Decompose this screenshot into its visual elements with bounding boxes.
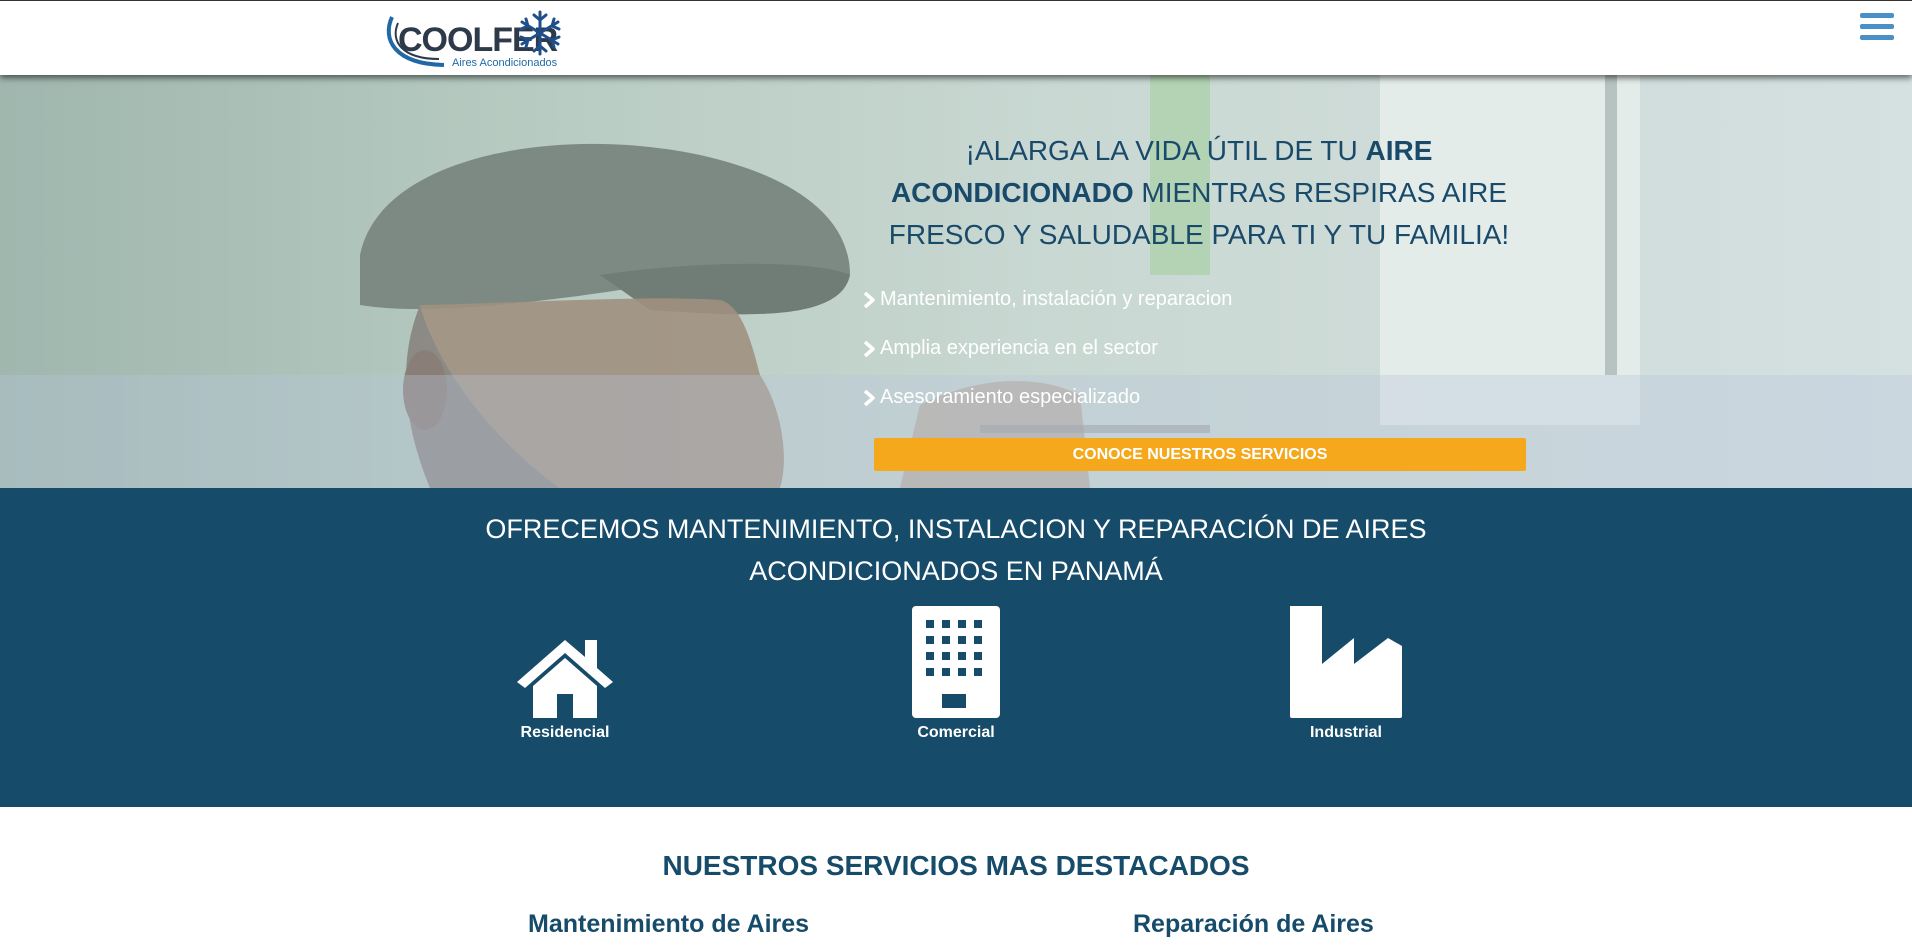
tile-comercial[interactable]: Comercial <box>876 606 1036 742</box>
hero-feature-list: Mantenimiento, instalación y reparacion … <box>862 288 1232 435</box>
tile-industrial[interactable]: Industrial <box>1266 606 1426 742</box>
band-title: OFRECEMOS MANTENIMIENTO, INSTALACION Y R… <box>485 514 1427 586</box>
feature-text: Mantenimiento, instalación y reparacion <box>880 288 1233 310</box>
list-item: Mantenimiento, instalación y reparacion <box>862 288 1232 337</box>
list-item: Amplia experiencia en el sector <box>862 337 1232 386</box>
featured-mantenimiento[interactable]: Mantenimiento de Aires <box>528 910 809 939</box>
chevron-right-icon <box>863 340 875 358</box>
feature-text: Amplia experiencia en el sector <box>880 337 1158 359</box>
featured-reparacion[interactable]: Reparación de Aires <box>1133 910 1374 939</box>
building-icon <box>912 606 1000 718</box>
feature-text: Asesoramiento especializado <box>880 386 1141 408</box>
site-header: COOLFER Aires Acondicionados <box>0 0 1912 75</box>
list-item: Asesoramiento especializado <box>862 386 1232 435</box>
tile-label: Industrial <box>1309 724 1382 741</box>
tile-label: Comercial <box>917 724 995 741</box>
factory-icon <box>1290 606 1402 718</box>
snowflake-icon <box>519 10 561 56</box>
hamburger-menu-icon[interactable] <box>1860 13 1894 45</box>
featured-title: NUESTROS SERVICIOS MAS DESTACADOS <box>662 850 1250 881</box>
hero-section: ¡ALARGA LA VIDA ÚTIL DE TU AIRE ACONDICI… <box>0 75 1912 488</box>
services-band: OFRECEMOS MANTENIMIENTO, INSTALACION Y R… <box>0 488 1912 807</box>
logo-tagline: Aires Acondicionados <box>452 57 558 69</box>
tile-residencial[interactable]: Residencial <box>485 636 645 742</box>
chevron-right-icon <box>863 389 875 407</box>
house-icon <box>517 640 613 718</box>
hero-title-part1: ¡ALARGA LA VIDA ÚTIL DE TU <box>965 135 1366 166</box>
coolfer-logo[interactable]: COOLFER Aires Acondicionados <box>384 9 570 71</box>
hero-title: ¡ALARGA LA VIDA ÚTIL DE TU AIRE ACONDICI… <box>862 130 1536 256</box>
tile-label: Residencial <box>520 724 610 741</box>
cta-services-button[interactable]: CONOCE NUESTROS SERVICIOS <box>874 438 1526 471</box>
chevron-right-icon <box>863 291 875 309</box>
